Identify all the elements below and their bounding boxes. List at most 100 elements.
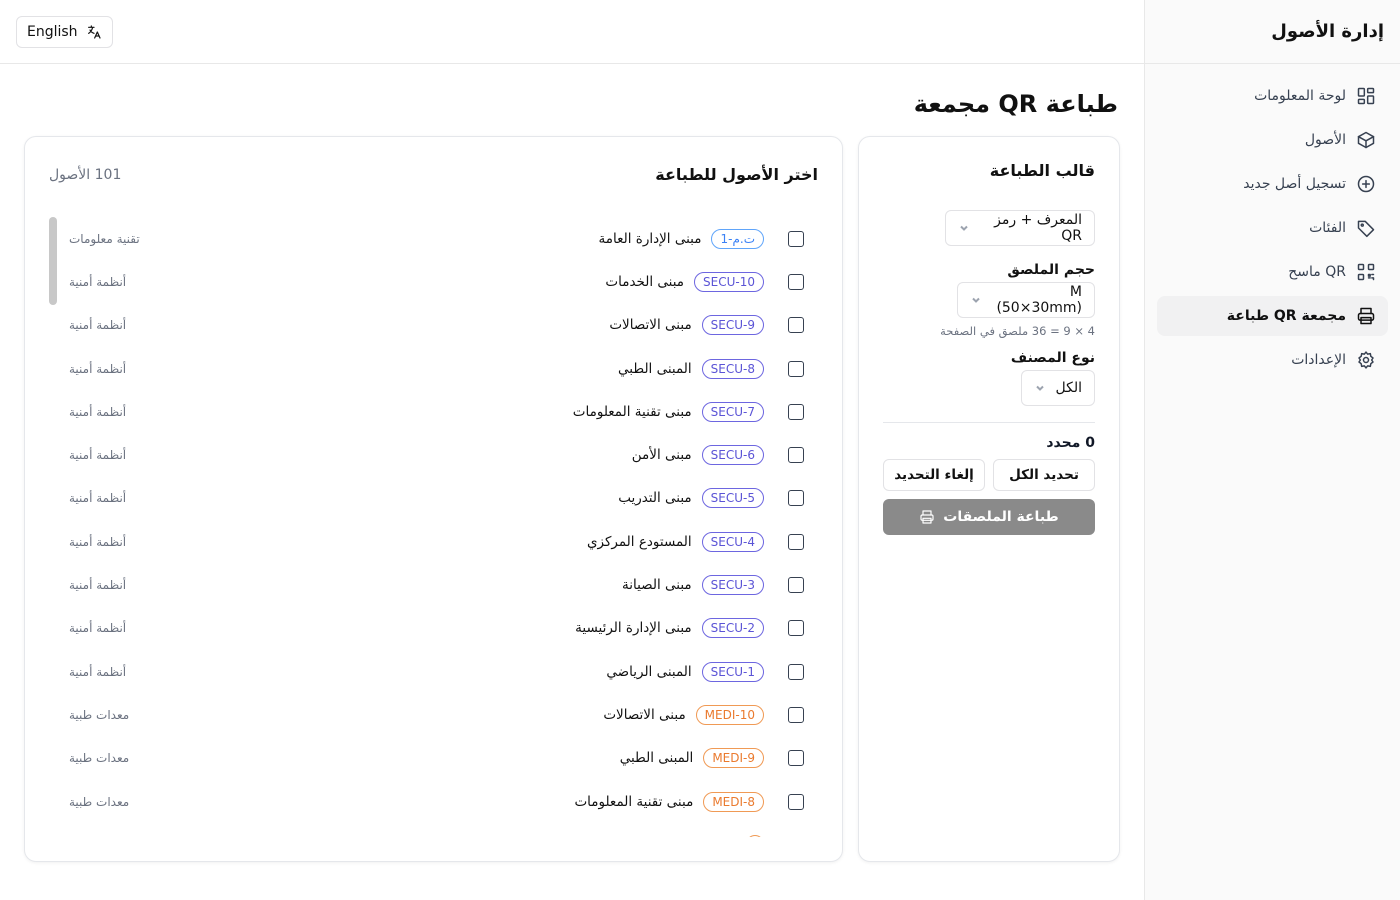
topbar: English <box>0 0 1144 64</box>
assets-list[interactable]: تقنية معلومات مبنى الإدارة العامة ت.م-1 أنظ… <box>49 217 818 837</box>
asset-main: مبنى الخدمات SECU-10 <box>605 271 804 292</box>
labels-per-page-hint: 4 × 9 = 36 ملصق في الصفحة <box>940 324 1095 338</box>
asset-main: المبنى الرياضي SECU-1 <box>606 661 804 682</box>
language-toggle-button[interactable]: English <box>16 16 113 48</box>
label-size-label: حجم الملصق <box>1007 262 1095 278</box>
asset-row[interactable]: أنظمة أمنية مبنى الأمن SECU-6 <box>49 433 818 476</box>
asset-row[interactable] <box>49 823 818 837</box>
asset-category: معدات طبية <box>69 707 130 722</box>
asset-checkbox[interactable] <box>788 620 804 637</box>
asset-category: أنظمة أمنية <box>69 318 127 333</box>
sidebar-item-label: لوحة المعلومات <box>1254 88 1346 104</box>
asset-code-badge: SECU-2 <box>701 618 764 639</box>
divider <box>883 422 1095 423</box>
template-select[interactable]: المعرف + رمز QR <box>945 210 1095 246</box>
sidebar-item-label: الفئات <box>1309 220 1346 236</box>
sidebar-item-assets[interactable]: الأصول <box>1157 120 1388 160</box>
printer-icon <box>1356 306 1376 326</box>
select-all-button[interactable]: تحديد الكل <box>993 459 1095 491</box>
sidebar-item-bulk-qr-print[interactable]: طباعة QR مجمعة <box>1157 296 1388 336</box>
asset-checkbox[interactable] <box>788 793 804 810</box>
asset-row[interactable]: تقنية معلومات مبنى الإدارة العامة ت.م-1 <box>49 217 818 260</box>
tag-icon <box>1356 218 1376 238</box>
asset-row[interactable]: أنظمة أمنية مبنى تقنية المعلومات SECU-7 <box>49 390 818 433</box>
sidebar-item-dashboard[interactable]: لوحة المعلومات <box>1157 76 1388 116</box>
asset-code-badge: SECU-6 <box>701 445 764 466</box>
asset-checkbox[interactable] <box>788 403 804 420</box>
asset-checkbox[interactable] <box>788 533 804 550</box>
asset-code-badge: MEDI-10 <box>695 704 764 725</box>
selection-buttons: إلغاء التحديد تحديد الكل <box>883 459 1095 491</box>
deselect-button[interactable]: إلغاء التحديد <box>883 459 985 491</box>
selected-count: 0 محدد <box>1046 435 1095 451</box>
asset-code-badge: SECU-5 <box>701 488 764 509</box>
label-size-select[interactable]: M (50×30mm) <box>957 282 1095 318</box>
asset-category: تقنية معلومات <box>69 231 140 246</box>
category-type-select[interactable]: الكل <box>1021 370 1095 406</box>
asset-row[interactable]: أنظمة أمنية المستودع المركزي SECU-4 <box>49 520 818 563</box>
asset-checkbox[interactable] <box>788 317 804 334</box>
asset-main: مبنى التدريب SECU-5 <box>618 488 804 509</box>
sidebar: إدارة الأصول لوحة المعلومات الأصول تسجيل… <box>1144 0 1400 900</box>
chevron-down-icon <box>1034 382 1046 394</box>
print-template-card: قالب الطباعة المعرف + رمز QR حجم الملصق … <box>858 136 1120 862</box>
asset-main: مبنى الأمن SECU-6 <box>632 445 804 466</box>
asset-checkbox[interactable] <box>788 706 804 723</box>
asset-checkbox[interactable] <box>788 447 804 464</box>
print-labels-label: طباعة الملصقات <box>943 509 1059 525</box>
plus-circle-icon <box>1356 174 1376 194</box>
asset-checkbox[interactable] <box>788 750 804 767</box>
asset-category: معدات طبية <box>69 794 130 809</box>
asset-row[interactable]: معدات طبية مبنى تقنية المعلومات MEDI-8 <box>49 780 818 823</box>
asset-row[interactable]: أنظمة أمنية مبنى الصيانة SECU-3 <box>49 563 818 606</box>
asset-checkbox[interactable] <box>788 663 804 680</box>
asset-category: أنظمة أمنية <box>69 361 127 376</box>
sidebar-nav: لوحة المعلومات الأصول تسجيل أصل جديد الف… <box>1145 64 1400 392</box>
asset-row[interactable]: معدات طبية مبنى الاتصالات MEDI-10 <box>49 693 818 736</box>
asset-code-badge: SECU-7 <box>701 401 764 422</box>
sidebar-item-qr-scanner[interactable]: ماسح QR <box>1157 252 1388 292</box>
asset-checkbox[interactable] <box>788 490 804 507</box>
asset-category: أنظمة أمنية <box>69 274 127 289</box>
sidebar-item-label: طباعة QR مجمعة <box>1226 308 1346 324</box>
asset-checkbox[interactable] <box>788 230 804 247</box>
asset-main: المبنى الطبي MEDI-9 <box>620 748 804 769</box>
asset-code-badge: SECU-9 <box>701 315 764 336</box>
sidebar-item-register-asset[interactable]: تسجيل أصل جديد <box>1157 164 1388 204</box>
asset-row[interactable]: أنظمة أمنية مبنى الإدارة الرئيسية SECU-2 <box>49 607 818 650</box>
asset-code-badge: SECU-3 <box>701 575 764 596</box>
asset-name: مبنى الخدمات <box>605 273 685 290</box>
asset-row[interactable]: أنظمة أمنية مبنى الخدمات SECU-10 <box>49 260 818 303</box>
assets-select-card: 101 الأصول اختر الأصول للطباعة تقنية معل… <box>24 136 843 862</box>
dashboard-icon <box>1356 86 1376 106</box>
sidebar-header: إدارة الأصول <box>1145 0 1400 64</box>
sidebar-item-categories[interactable]: الفئات <box>1157 208 1388 248</box>
assets-card-title: اختر الأصول للطباعة <box>655 165 818 184</box>
asset-checkbox[interactable] <box>788 360 804 377</box>
box-icon <box>1356 130 1376 150</box>
asset-row[interactable]: أنظمة أمنية مبنى الاتصالات SECU-9 <box>49 304 818 347</box>
asset-name: المستودع المركزي <box>586 533 692 550</box>
asset-row[interactable]: معدات طبية المبنى الطبي MEDI-9 <box>49 737 818 780</box>
asset-main: مبنى الاتصالات SECU-9 <box>609 315 804 336</box>
assets-count: 101 الأصول <box>49 166 122 183</box>
asset-category: أنظمة أمنية <box>69 578 127 593</box>
asset-checkbox[interactable] <box>788 273 804 290</box>
asset-code-badge: MEDI-9 <box>703 748 764 769</box>
chevron-down-icon <box>970 294 982 306</box>
asset-checkbox[interactable] <box>788 577 804 594</box>
print-labels-button[interactable]: طباعة الملصقات <box>883 499 1095 535</box>
asset-main: مبنى تقنية المعلومات MEDI-8 <box>574 791 804 812</box>
assets-card-header: 101 الأصول اختر الأصول للطباعة <box>49 165 818 184</box>
category-type-label: نوع المصنف <box>1010 350 1095 366</box>
asset-row[interactable]: أنظمة أمنية المبنى الرياضي SECU-1 <box>49 650 818 693</box>
asset-category: أنظمة أمنية <box>69 448 127 463</box>
asset-name: مبنى الإدارة الرئيسية <box>575 620 692 637</box>
scrollbar-thumb[interactable] <box>49 217 57 305</box>
asset-row[interactable]: أنظمة أمنية مبنى التدريب SECU-5 <box>49 477 818 520</box>
asset-row[interactable]: أنظمة أمنية المبنى الطبي SECU-8 <box>49 347 818 390</box>
sidebar-item-settings[interactable]: الإعدادات <box>1157 340 1388 380</box>
sidebar-item-label: ماسح QR <box>1288 264 1346 280</box>
template-card-title: قالب الطباعة <box>989 161 1095 180</box>
asset-code-badge: SECU-8 <box>701 358 764 379</box>
